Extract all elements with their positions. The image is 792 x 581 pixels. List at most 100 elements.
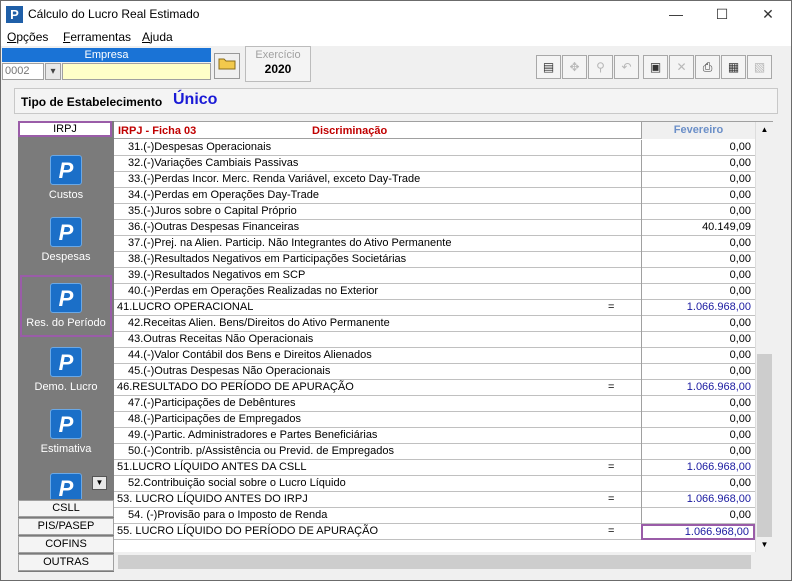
row-value-cell[interactable]: 1.066.968,00 bbox=[641, 300, 755, 316]
table-row[interactable]: 42.Receitas Alien. Bens/Direitos do Ativ… bbox=[114, 316, 755, 332]
row-description: 47.(-)Participações de Debêntures bbox=[128, 397, 296, 409]
exercicio-label: Exercício bbox=[255, 49, 301, 61]
print-button[interactable]: ⎙ bbox=[695, 55, 720, 79]
close-button[interactable]: ✕ bbox=[745, 1, 791, 28]
row-description: 45.(-)Outras Despesas Não Operacionais bbox=[128, 365, 331, 377]
delete-button[interactable]: ✕ bbox=[669, 55, 694, 79]
row-value-cell[interactable]: 0,00 bbox=[641, 204, 755, 220]
p-logo-icon: P bbox=[50, 217, 82, 247]
table-row[interactable]: 34.(-)Perdas em Operações Day-Trade 0,00 bbox=[114, 188, 755, 204]
row-value-cell[interactable]: 0,00 bbox=[641, 284, 755, 300]
table-row[interactable]: 33.(-)Perdas Incor. Merc. Renda Variável… bbox=[114, 172, 755, 188]
table-row[interactable]: 50.(-)Contrib. p/Assistência ou Previd. … bbox=[114, 444, 755, 460]
table-row[interactable]: 47.(-)Participações de Debêntures 0,00 bbox=[114, 396, 755, 412]
row-value-cell[interactable]: 0,00 bbox=[641, 348, 755, 364]
nav-demo-lucro[interactable]: P Demo. Lucro bbox=[18, 341, 114, 403]
table-row[interactable]: 36.(-)Outras Despesas Financeiras 40.149,… bbox=[114, 220, 755, 236]
grid-header: IRPJ - Ficha 03 Discriminação Fevereiro bbox=[114, 122, 773, 139]
tab-irpj[interactable]: IRPJ bbox=[18, 121, 112, 137]
nav-custos[interactable]: P Custos bbox=[18, 149, 114, 211]
folders-button[interactable]: ▦ bbox=[721, 55, 746, 79]
row-value-cell[interactable]: 0,00 bbox=[641, 252, 755, 268]
table-row[interactable]: 54. (-)Provisão para o Imposto de Renda 0… bbox=[114, 508, 755, 524]
minimize-button[interactable]: — bbox=[653, 1, 699, 28]
row-value-cell[interactable]: 0,00 bbox=[641, 428, 755, 444]
tab-cofins[interactable]: COFINS bbox=[18, 536, 114, 553]
row-value-cell[interactable]: 0,00 bbox=[641, 444, 755, 460]
table-row[interactable]: 32.(-)Variações Cambiais Passivas 0,00 bbox=[114, 156, 755, 172]
table-row[interactable]: 52.Contribuição social sobre o Lucro Líq… bbox=[114, 476, 755, 492]
nav-despesas[interactable]: P Despesas bbox=[18, 211, 114, 273]
table-row[interactable]: 45.(-)Outras Despesas Não Operacionais 0,… bbox=[114, 364, 755, 380]
scroll-up-icon[interactable]: ▲ bbox=[756, 122, 773, 138]
row-value-cell[interactable]: 0,00 bbox=[641, 364, 755, 380]
row-value-cell[interactable]: 0,00 bbox=[641, 476, 755, 492]
menu-ajuda[interactable]: Ajuda bbox=[142, 30, 173, 44]
undo-icon: ↶ bbox=[621, 60, 632, 74]
table-row[interactable]: 39.(-)Resultados Negativos em SCP 0,00 bbox=[114, 268, 755, 284]
horizontal-scrollbar[interactable] bbox=[114, 552, 773, 572]
table-row[interactable]: 43.Outras Receitas Não Operacionais 0,00 bbox=[114, 332, 755, 348]
exercicio-box[interactable]: Exercício 2020 bbox=[245, 46, 311, 82]
save-button[interactable]: ▣ bbox=[643, 55, 668, 79]
row-value-cell[interactable]: 1.066.968,00 bbox=[641, 524, 755, 540]
row-value-cell[interactable]: 1.066.968,00 bbox=[641, 380, 755, 396]
row-value-cell[interactable]: 0,00 bbox=[641, 412, 755, 428]
nav-estimativa[interactable]: P Estimativa bbox=[18, 403, 114, 465]
table-row[interactable]: 40.(-)Perdas em Operações Realizadas no … bbox=[114, 284, 755, 300]
empresa-code-field[interactable]: 0002 bbox=[2, 63, 44, 80]
main-window: P Cálculo do Lucro Real Estimado — ☐ ✕ O… bbox=[0, 0, 792, 581]
row-description: 42.Receitas Alien. Bens/Direitos do Ativ… bbox=[128, 317, 390, 329]
table-row[interactable]: 55. LUCRO LÍQUIDO DO PERÍODO DE APURAÇÃO… bbox=[114, 524, 755, 540]
nav-scroll-down-button[interactable]: ▼ bbox=[92, 476, 107, 490]
row-value-cell[interactable]: 0,00 bbox=[641, 156, 755, 172]
table-row[interactable]: 49.(-)Partic. Administradores e Partes B… bbox=[114, 428, 755, 444]
grid-month-header[interactable]: Fevereiro bbox=[641, 122, 755, 139]
tab-pis-pasep[interactable]: PIS/PASEP bbox=[18, 518, 114, 535]
table-row[interactable]: 37.(-)Prej. na Alien. Particip. Não Inte… bbox=[114, 236, 755, 252]
row-value-cell[interactable]: 0,00 bbox=[641, 172, 755, 188]
navigate-button[interactable]: ✥ bbox=[562, 55, 587, 79]
table-row[interactable]: 51.LUCRO LÍQUIDO ANTES DA CSLL = 1.066.968… bbox=[114, 460, 755, 476]
row-value-cell[interactable]: 0,00 bbox=[641, 316, 755, 332]
vertical-scrollbar[interactable]: ▲ ▼ bbox=[755, 122, 773, 553]
row-description: 43.Outras Receitas Não Operacionais bbox=[128, 333, 314, 345]
table-row[interactable]: 48.(-)Participações de Empregados 0,00 bbox=[114, 412, 755, 428]
menu-opcoes[interactable]: Opções bbox=[7, 30, 48, 44]
table-row[interactable]: 41.LUCRO OPERACIONAL = 1.066.968,00 bbox=[114, 300, 755, 316]
report-button[interactable]: ▧ bbox=[747, 55, 772, 79]
row-value-cell[interactable]: 0,00 bbox=[641, 236, 755, 252]
row-value-cell[interactable]: 1.066.968,00 bbox=[641, 460, 755, 476]
search-person-button[interactable]: ⚲ bbox=[588, 55, 613, 79]
tab-outras[interactable]: OUTRAS bbox=[18, 554, 114, 571]
hscroll-thumb[interactable] bbox=[118, 555, 751, 569]
scroll-down-icon[interactable]: ▼ bbox=[756, 537, 773, 553]
scroll-thumb[interactable] bbox=[757, 354, 772, 537]
document-button[interactable]: ▤ bbox=[536, 55, 561, 79]
tab-csll[interactable]: CSLL bbox=[18, 500, 114, 517]
row-value-cell[interactable]: 0,00 bbox=[641, 268, 755, 284]
empresa-lookup-button[interactable]: ▾ bbox=[45, 63, 61, 80]
save-icon: ▣ bbox=[649, 60, 662, 74]
table-row[interactable]: 35.(-)Juros sobre o Capital Próprio 0,00 bbox=[114, 204, 755, 220]
table-row[interactable]: 31.(-)Despesas Operacionais 0,00 bbox=[114, 140, 755, 156]
empresa-name-field[interactable] bbox=[62, 63, 211, 80]
nav-res-periodo[interactable]: P Res. do Período bbox=[20, 275, 112, 337]
open-folder-button[interactable] bbox=[214, 53, 240, 79]
row-value-cell[interactable]: 0,00 bbox=[641, 140, 755, 156]
row-value-cell[interactable]: 1.066.968,00 bbox=[641, 492, 755, 508]
row-value-cell[interactable]: 0,00 bbox=[641, 332, 755, 348]
p-logo-icon: P bbox=[50, 409, 82, 439]
row-value-cell[interactable]: 0,00 bbox=[641, 508, 755, 524]
table-row[interactable]: 53. LUCRO LÍQUIDO ANTES DO IRPJ = 1.066.96… bbox=[114, 492, 755, 508]
menu-ferramentas[interactable]: Ferramentas bbox=[63, 30, 131, 44]
table-row[interactable]: 44.(-)Valor Contábil dos Bens e Direitos… bbox=[114, 348, 755, 364]
row-description: 53. LUCRO LÍQUIDO ANTES DO IRPJ bbox=[117, 493, 308, 505]
undo-button[interactable]: ↶ bbox=[614, 55, 639, 79]
row-value-cell[interactable]: 0,00 bbox=[641, 396, 755, 412]
table-row[interactable]: 38.(-)Resultados Negativos em Participaç… bbox=[114, 252, 755, 268]
table-row[interactable]: 46.RESULTADO DO PERÍODO DE APURAÇÃO = 1.06… bbox=[114, 380, 755, 396]
maximize-button[interactable]: ☐ bbox=[699, 1, 745, 28]
row-value-cell[interactable]: 40.149,09 bbox=[641, 220, 755, 236]
row-value-cell[interactable]: 0,00 bbox=[641, 188, 755, 204]
